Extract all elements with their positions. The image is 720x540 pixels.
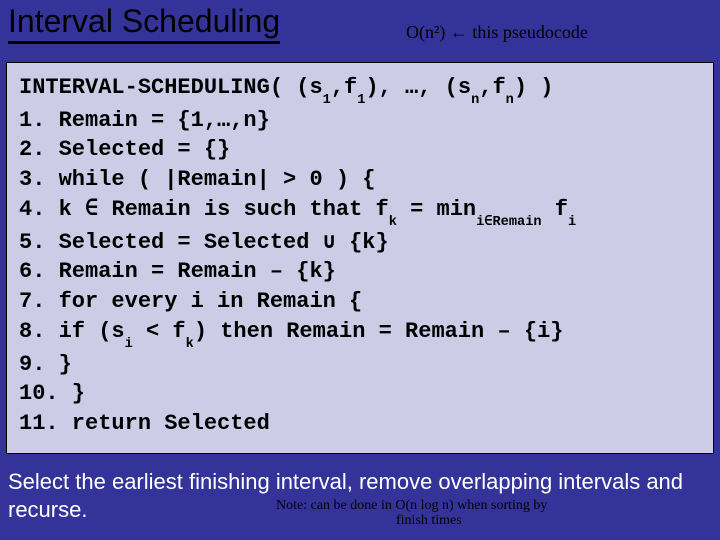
code-text: ) ) xyxy=(514,75,554,100)
code-text: 4. k ∈ Remain is such that f xyxy=(19,197,389,222)
subscript: i xyxy=(568,215,576,230)
code-line: 6. Remain = Remain – {k} xyxy=(19,257,701,287)
handwritten-annotation-top: O(n²) ← this pseudocode xyxy=(406,22,588,43)
code-line: 1. Remain = {1,…,n} xyxy=(19,106,701,136)
code-line: 11. return Selected xyxy=(19,409,701,439)
code-text: 8. if (s xyxy=(19,319,125,344)
handwritten-line: finish times xyxy=(276,513,706,528)
code-line: 2. Selected = {} xyxy=(19,135,701,165)
code-text: = min xyxy=(397,197,476,222)
pseudocode-box: INTERVAL-SCHEDULING( (s1,f1), …, (sn,fn)… xyxy=(6,62,714,454)
subscript: i xyxy=(125,337,133,352)
slide: Interval Scheduling O(n²) ← this pseudoc… xyxy=(0,0,720,540)
subscript: k xyxy=(186,337,194,352)
code-text: INTERVAL-SCHEDULING( (s xyxy=(19,75,323,100)
subscript: 1 xyxy=(323,93,331,108)
code-text: ) then Remain = Remain – {i} xyxy=(194,319,564,344)
code-line: 8. if (si < fk) then Remain = Remain – {… xyxy=(19,317,701,350)
code-line: 3. while ( |Remain| > 0 ) { xyxy=(19,165,701,195)
code-text: f xyxy=(542,197,568,222)
code-signature: INTERVAL-SCHEDULING( (s1,f1), …, (sn,fn)… xyxy=(19,73,701,106)
code-line: 5. Selected = Selected ∪ {k} xyxy=(19,228,701,258)
subscript: k xyxy=(389,215,397,230)
code-line: 9. } xyxy=(19,350,701,380)
subscript: 1 xyxy=(357,93,365,108)
code-line: 7. for every i in Remain { xyxy=(19,287,701,317)
code-line: 4. k ∈ Remain is such that fk = mini∈Rem… xyxy=(19,195,701,228)
subscript: n xyxy=(506,93,514,108)
code-text: < f xyxy=(133,319,186,344)
handwritten-line: Note: can be done in O(n log n) when sor… xyxy=(276,498,547,513)
code-text: ,f xyxy=(331,75,357,100)
handwritten-annotation-bottom: Note: can be done in O(n log n) when sor… xyxy=(276,498,706,529)
subscript: n xyxy=(471,93,479,108)
code-line: 10. } xyxy=(19,379,701,409)
code-text: ), …, (s xyxy=(365,75,471,100)
subscript: i∈Remain xyxy=(476,215,541,230)
code-text: ,f xyxy=(479,75,505,100)
slide-title: Interval Scheduling xyxy=(8,4,280,44)
